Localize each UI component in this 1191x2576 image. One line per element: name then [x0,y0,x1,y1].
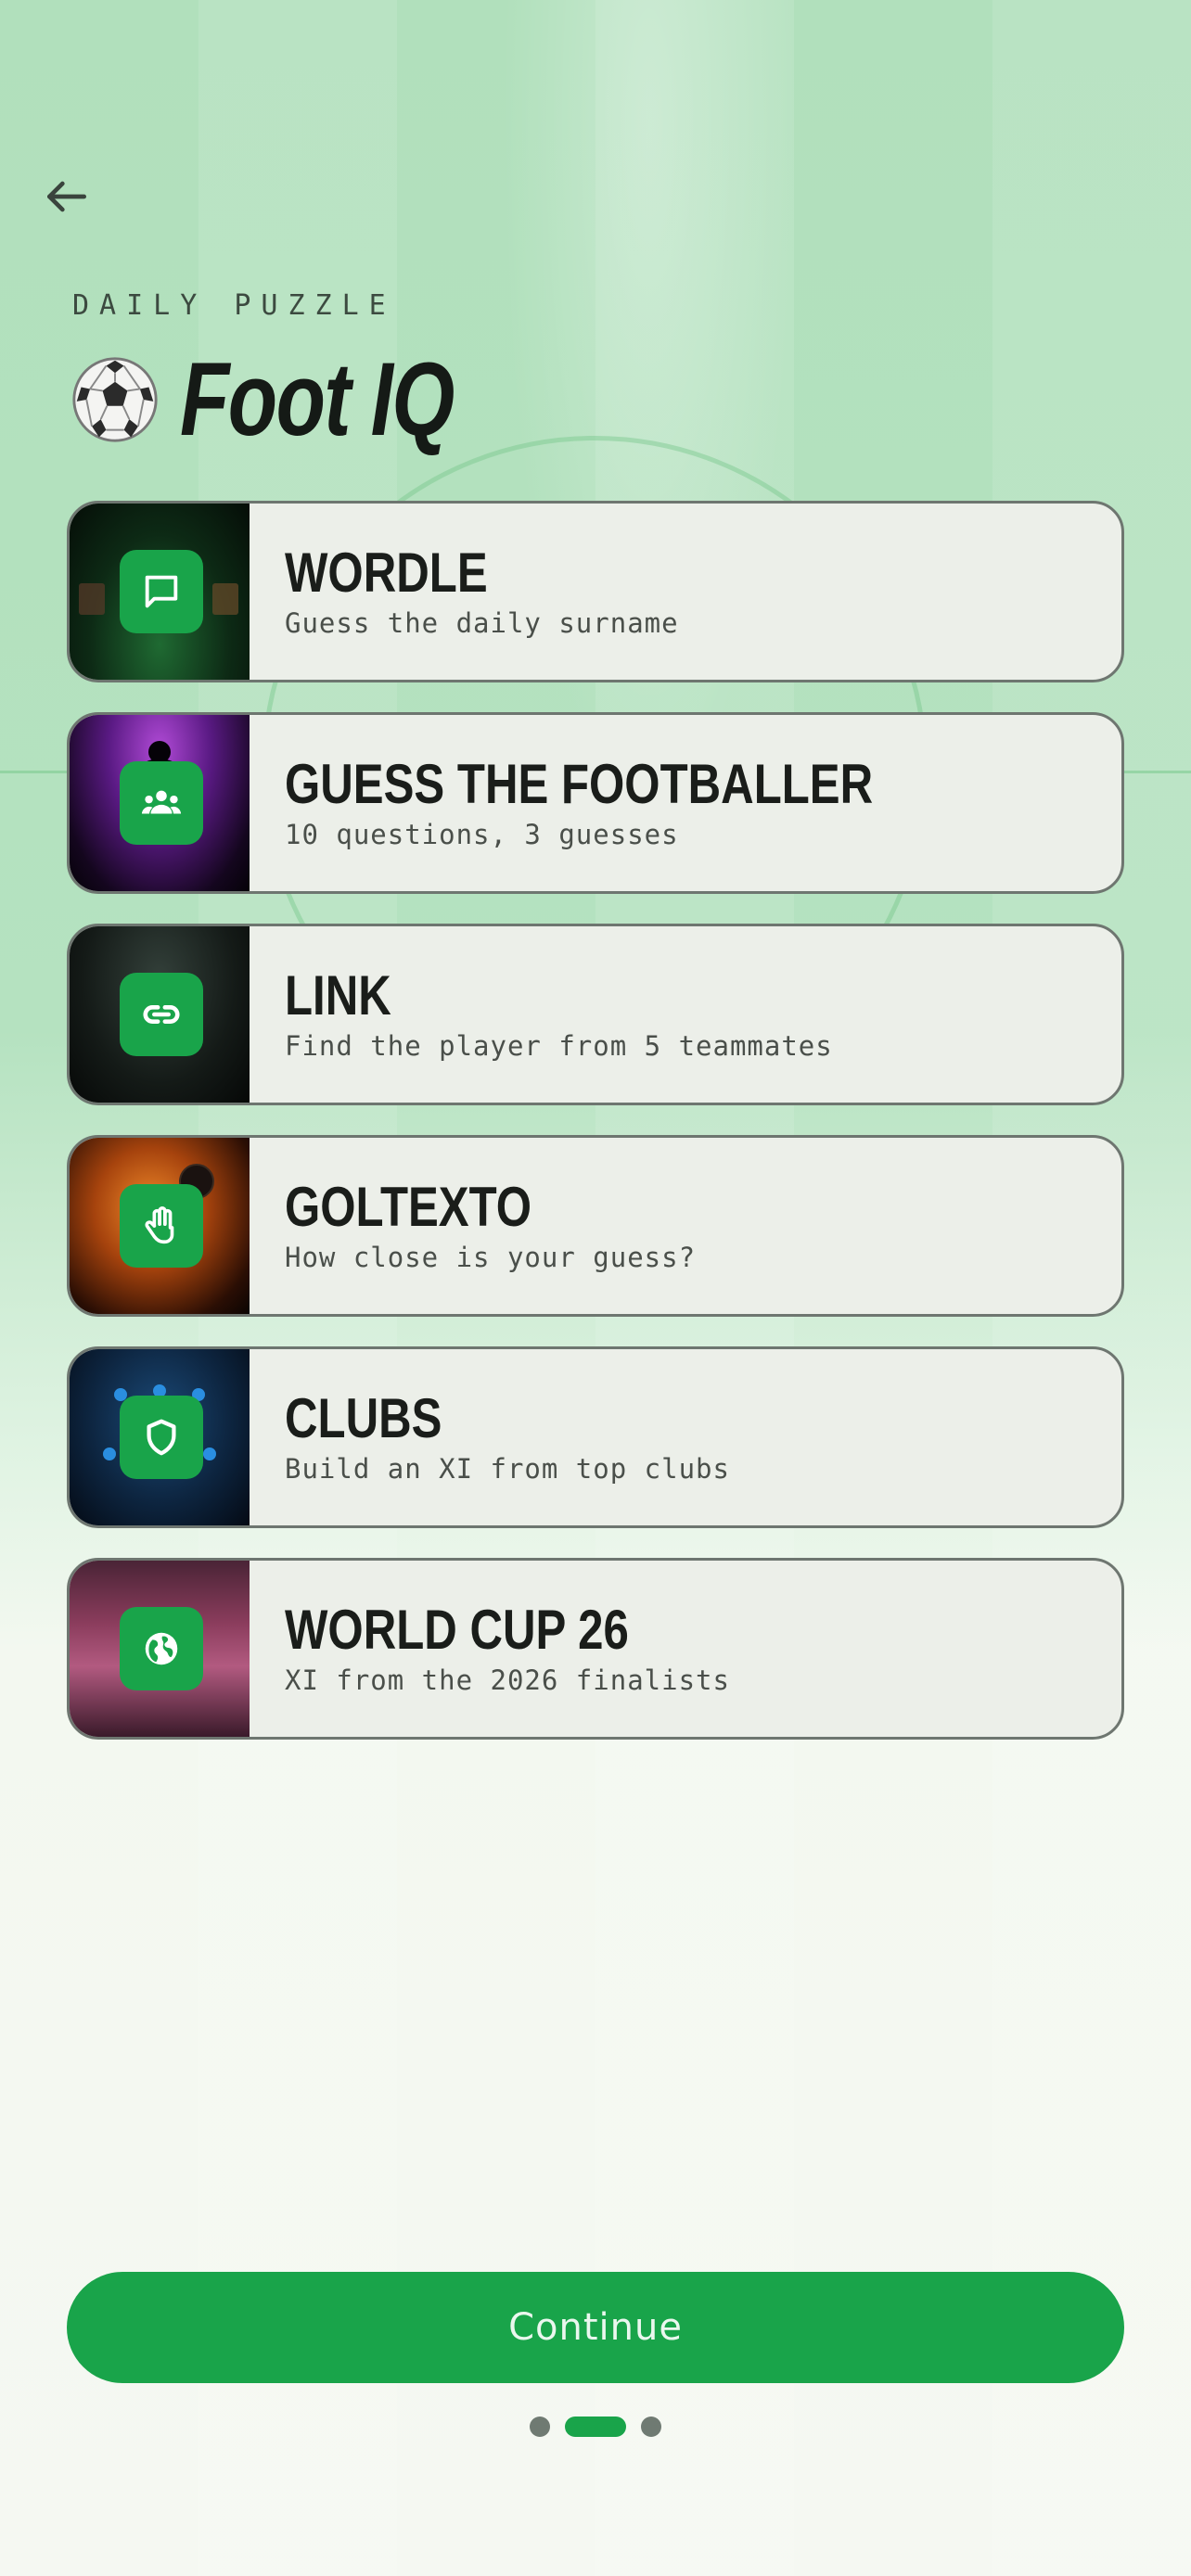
group-icon [120,761,203,845]
game-card-guess-the-footballer[interactable]: GUESS THE FOOTBALLER 10 questions, 3 gue… [67,712,1124,894]
arrow-left-icon [47,181,86,212]
game-title: GOLTEXTO [285,1176,532,1238]
page-title: Foot IQ [70,339,531,459]
game-title: WORDLE [285,542,488,604]
soccer-ball-icon [72,356,158,442]
page-dot-1[interactable] [530,2417,550,2437]
page-indicator [0,2417,1191,2437]
game-card-wordle[interactable]: WORDLE Guess the daily surname [67,501,1124,682]
game-title: WORLD CUP 26 [285,1599,629,1661]
page-dot-3[interactable] [641,2417,661,2437]
eyebrow-label: DAILY PUZZLE [72,289,396,322]
app-title: Foot IQ [180,341,455,457]
page-dot-2-active[interactable] [565,2417,626,2437]
hand-icon [120,1184,203,1268]
game-title: LINK [285,964,391,1027]
game-subtitle: How close is your guess? [285,1242,697,1273]
chat-bubble-icon [120,550,203,633]
game-card-link[interactable]: LINK Find the player from 5 teammates [67,924,1124,1105]
game-subtitle: Find the player from 5 teammates [285,1030,833,1062]
game-subtitle: Build an XI from top clubs [285,1453,730,1485]
game-title: GUESS THE FOOTBALLER [285,753,874,815]
game-card-goltexto[interactable]: GOLTEXTO How close is your guess? [67,1135,1124,1317]
shield-icon [120,1396,203,1479]
back-button[interactable] [33,163,100,230]
globe-icon [120,1607,203,1690]
game-card-world-cup-26[interactable]: WORLD CUP 26 XI from the 2026 finalists [67,1558,1124,1740]
game-subtitle: Guess the daily surname [285,607,679,639]
game-subtitle: 10 questions, 3 guesses [285,819,679,850]
game-subtitle: XI from the 2026 finalists [285,1664,730,1696]
game-list: WORDLE Guess the daily surname GUESS THE… [67,501,1124,1769]
game-title: CLUBS [285,1387,442,1449]
continue-button[interactable]: Continue [67,2272,1124,2383]
link-icon [120,973,203,1056]
game-card-clubs[interactable]: CLUBS Build an XI from top clubs [67,1346,1124,1528]
